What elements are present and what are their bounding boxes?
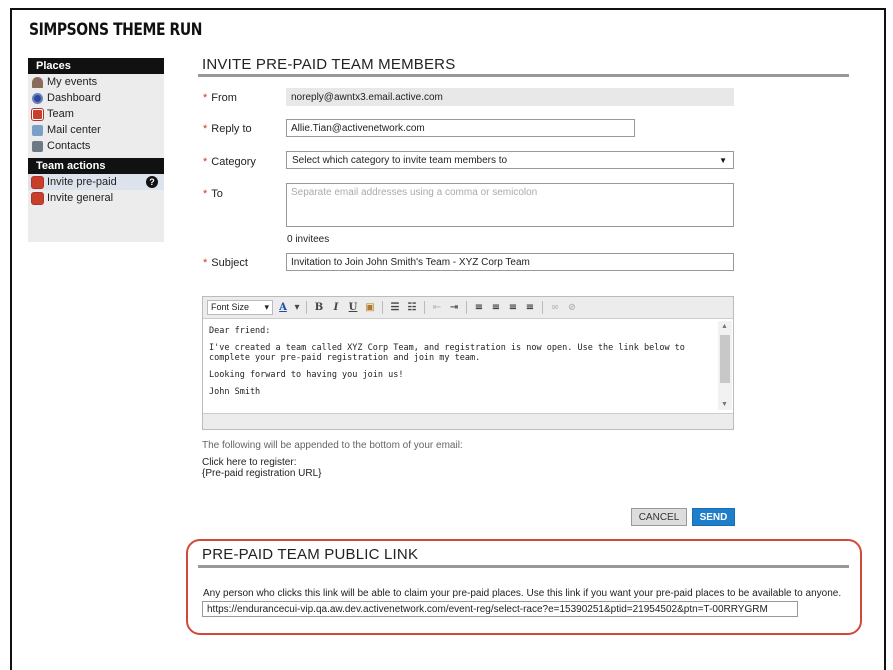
subject-label: * Subject	[203, 257, 248, 269]
category-select-value: Select which category to invite team mem…	[292, 154, 508, 166]
appended-register-line: Click here to register:	[202, 457, 297, 468]
font-color-icon[interactable]: A	[276, 300, 290, 315]
link-icon[interactable]: ∞	[548, 300, 562, 315]
subject-field[interactable]: Invitation to Join John Smith's Team - X…	[286, 253, 734, 271]
editor-footer	[203, 413, 733, 429]
align-right-icon[interactable]: ≡	[506, 300, 520, 315]
team-icon	[32, 108, 43, 120]
to-placeholder: Separate email addresses using a comma o…	[291, 187, 538, 198]
email-paragraph: I've created a team called XYZ Corp Team…	[209, 342, 685, 364]
sidebar-item-dashboard[interactable]: Dashboard	[28, 90, 164, 106]
section-divider	[198, 74, 849, 77]
scroll-down-icon[interactable]: ▼	[721, 401, 728, 408]
email-paragraph: Looking forward to having you join us!	[209, 369, 404, 380]
invite-icon	[32, 176, 43, 188]
sidebar-item-contacts[interactable]: Contacts	[28, 138, 164, 154]
sidebar-item-label: Contacts	[47, 140, 91, 152]
sidebar-item-label: My events	[47, 76, 98, 88]
unlink-icon[interactable]: ⊘	[565, 300, 579, 315]
sidebar: Places My events Dashboard Team Mail cen…	[28, 58, 164, 242]
appended-note: The following will be appended to the bo…	[202, 440, 463, 451]
sidebar-item-team[interactable]: Team	[28, 106, 164, 122]
dashboard-icon	[32, 92, 43, 104]
public-link-description: Any person who clicks this link will be …	[203, 588, 842, 599]
sidebar-item-my-events[interactable]: My events	[28, 74, 164, 90]
category-label: * Category	[203, 156, 256, 168]
align-center-icon[interactable]: ≡	[489, 300, 503, 315]
section-divider	[198, 565, 849, 568]
chevron-down-icon[interactable]: ▾	[293, 300, 301, 315]
sidebar-item-invite-pre-paid[interactable]: Invite pre-paid ?	[28, 174, 164, 190]
chevron-down-icon: ▾	[264, 302, 269, 312]
help-icon[interactable]: ?	[146, 176, 158, 188]
to-field[interactable]: Separate email addresses using a comma o…	[286, 183, 734, 227]
sidebar-item-mail-center[interactable]: Mail center	[28, 122, 164, 138]
reply-to-label: * Reply to	[203, 123, 252, 135]
underline-icon[interactable]: U	[346, 300, 360, 315]
font-size-select[interactable]: Font Size ▾	[207, 300, 273, 315]
sidebar-item-label: Mail center	[47, 124, 101, 136]
public-link-field[interactable]: https://endurancecui-vip.qa.aw.dev.activ…	[202, 601, 798, 617]
bullet-list-icon[interactable]: ☰	[388, 300, 402, 315]
team-actions-header: Team actions	[28, 158, 164, 174]
sidebar-item-invite-general[interactable]: Invite general	[28, 190, 164, 206]
chevron-down-icon: ▼	[719, 155, 727, 165]
to-label: * To	[203, 188, 223, 200]
send-button[interactable]: SEND	[692, 508, 735, 526]
mail-icon	[32, 124, 43, 136]
numbered-list-icon[interactable]: ☷	[405, 300, 419, 315]
toolbar-separator	[424, 301, 425, 314]
paste-icon[interactable]: ▣	[363, 300, 377, 315]
invitee-count: 0 invitees	[287, 234, 330, 245]
sidebar-item-label: Team	[47, 108, 74, 120]
scroll-up-icon[interactable]: ▲	[721, 323, 728, 330]
sidebar-item-label: Invite pre-paid	[47, 176, 117, 188]
toolbar-separator	[382, 301, 383, 314]
contacts-icon	[32, 140, 43, 152]
reply-to-field[interactable]: Allie.Tian@activenetwork.com	[286, 119, 635, 137]
site-title: SIMPSONS THEME RUN	[29, 20, 203, 40]
outdent-icon[interactable]: ⇤	[430, 300, 444, 315]
align-justify-icon[interactable]: ≡	[523, 300, 537, 315]
category-select[interactable]: Select which category to invite team mem…	[286, 151, 734, 169]
scroll-thumb[interactable]	[720, 335, 730, 383]
bold-icon[interactable]: B	[312, 300, 326, 315]
italic-icon[interactable]: I	[329, 300, 343, 315]
editor-toolbar: Font Size ▾ A ▾ B I U ▣ ☰ ☷ ⇤ ⇥ ≡ ≡ ≡ ≡ …	[203, 297, 733, 319]
invite-section-title: INVITE PRE-PAID TEAM MEMBERS	[202, 56, 456, 73]
bell-icon	[32, 76, 43, 88]
email-editor: Font Size ▾ A ▾ B I U ▣ ☰ ☷ ⇤ ⇥ ≡ ≡ ≡ ≡ …	[202, 296, 734, 430]
indent-icon[interactable]: ⇥	[447, 300, 461, 315]
public-link-section-title: PRE-PAID TEAM PUBLIC LINK	[202, 546, 419, 563]
sidebar-item-label: Invite general	[47, 192, 114, 204]
email-greeting: Dear friend:	[209, 326, 271, 336]
email-signature: John Smith	[209, 386, 261, 397]
sidebar-item-label: Dashboard	[47, 92, 101, 104]
appended-url-line: {Pre-paid registration URL}	[202, 468, 322, 479]
editor-body[interactable]: Dear friend: I've created a team called …	[203, 320, 717, 411]
from-field: noreply@awntx3.email.active.com	[286, 88, 734, 106]
toolbar-separator	[306, 301, 307, 314]
invite-icon	[32, 192, 43, 204]
toolbar-separator	[466, 301, 467, 314]
from-label: * From	[203, 92, 237, 104]
cancel-button[interactable]: CANCEL	[631, 508, 687, 526]
editor-scrollbar[interactable]: ▲ ▼	[718, 321, 732, 410]
places-header: Places	[28, 58, 164, 74]
toolbar-separator	[542, 301, 543, 314]
align-left-icon[interactable]: ≡	[472, 300, 486, 315]
